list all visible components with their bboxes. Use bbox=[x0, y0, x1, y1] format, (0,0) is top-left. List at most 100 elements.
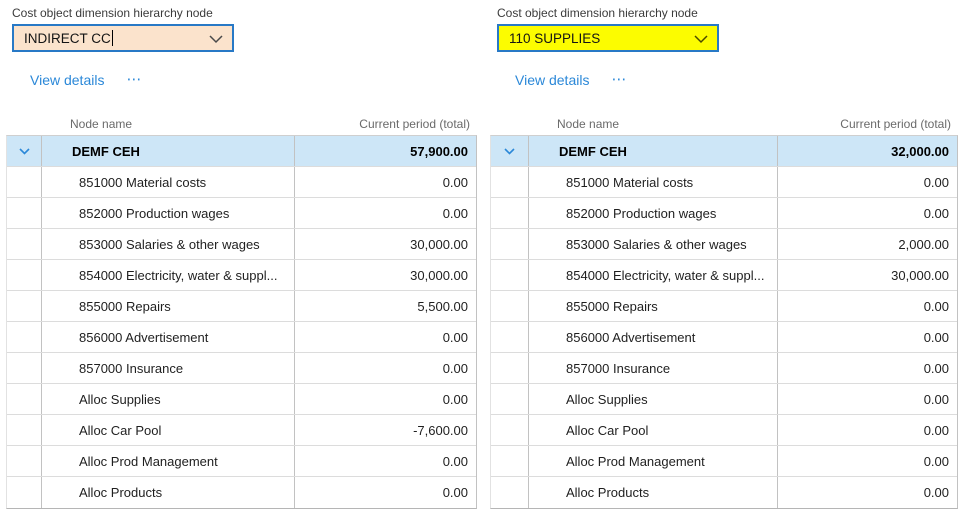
row-selector-cell[interactable] bbox=[7, 198, 41, 228]
row-selector-cell[interactable] bbox=[491, 198, 528, 228]
chevron-down-icon bbox=[694, 35, 708, 44]
row-selector-cell[interactable] bbox=[491, 446, 528, 476]
current-period-cell: 0.00 bbox=[295, 477, 476, 508]
current-period-cell: 0.00 bbox=[778, 198, 957, 228]
current-period-cell: 0.00 bbox=[295, 167, 476, 197]
node-name-cell: DEMF CEH bbox=[41, 136, 295, 166]
current-period-cell: 0.00 bbox=[778, 415, 957, 445]
node-name-cell: 851000 Material costs bbox=[41, 167, 295, 197]
row-selector-cell[interactable] bbox=[7, 260, 41, 290]
table-row[interactable]: 851000 Material costs0.00 bbox=[491, 167, 957, 198]
cost-analysis-page: Cost object dimension hierarchy node IND… bbox=[0, 0, 964, 519]
current-period-cell: 0.00 bbox=[295, 384, 476, 414]
row-selector-cell[interactable] bbox=[7, 229, 41, 259]
row-selector-cell[interactable] bbox=[7, 353, 41, 383]
table-row[interactable]: DEMF CEH57,900.00 bbox=[7, 136, 476, 167]
node-name-cell: Alloc Products bbox=[41, 477, 295, 508]
current-period-cell: 0.00 bbox=[778, 353, 957, 383]
row-selector-cell[interactable] bbox=[491, 229, 528, 259]
table-row[interactable]: 856000 Advertisement0.00 bbox=[7, 322, 476, 353]
table-row[interactable]: Alloc Car Pool0.00 bbox=[491, 415, 957, 446]
current-period-cell: 0.00 bbox=[295, 353, 476, 383]
current-period-cell: 5,500.00 bbox=[295, 291, 476, 321]
node-name-cell: 853000 Salaries & other wages bbox=[41, 229, 295, 259]
current-period-cell: 0.00 bbox=[295, 322, 476, 352]
row-selector-cell[interactable] bbox=[7, 167, 41, 197]
view-details-link[interactable]: View details bbox=[515, 72, 589, 88]
node-name-cell: 856000 Advertisement bbox=[528, 322, 778, 352]
combobox-value: INDIRECT CC bbox=[24, 31, 111, 46]
column-header-node-name[interactable]: Node name bbox=[40, 117, 294, 131]
table-row[interactable]: 852000 Production wages0.00 bbox=[491, 198, 957, 229]
row-selector-cell[interactable] bbox=[491, 353, 528, 383]
hierarchy-node-combobox-left[interactable]: INDIRECT CC bbox=[12, 24, 234, 52]
node-name-cell: 856000 Advertisement bbox=[41, 322, 295, 352]
current-period-cell: -7,600.00 bbox=[295, 415, 476, 445]
cost-hierarchy-grid-left: Node name Current period (total) DEMF CE… bbox=[6, 112, 477, 509]
row-selector-cell[interactable] bbox=[7, 384, 41, 414]
table-row[interactable]: 853000 Salaries & other wages30,000.00 bbox=[7, 229, 476, 260]
node-name-cell: 853000 Salaries & other wages bbox=[528, 229, 778, 259]
row-selector-cell[interactable] bbox=[7, 136, 41, 166]
current-period-cell: 0.00 bbox=[295, 198, 476, 228]
row-selector-cell[interactable] bbox=[491, 477, 528, 508]
row-selector-cell[interactable] bbox=[491, 384, 528, 414]
more-options-icon[interactable]: ⋯ bbox=[126, 73, 143, 87]
table-row[interactable]: 854000 Electricity, water & suppl...30,0… bbox=[491, 260, 957, 291]
current-period-cell: 0.00 bbox=[295, 446, 476, 476]
row-selector-cell[interactable] bbox=[7, 415, 41, 445]
hierarchy-node-label-left: Cost object dimension hierarchy node bbox=[12, 6, 213, 20]
table-row[interactable]: Alloc Prod Management0.00 bbox=[491, 446, 957, 477]
row-selector-cell[interactable] bbox=[491, 415, 528, 445]
current-period-cell: 0.00 bbox=[778, 477, 957, 508]
current-period-cell: 0.00 bbox=[778, 291, 957, 321]
column-header-current-period[interactable]: Current period (total) bbox=[777, 117, 958, 131]
row-selector-cell[interactable] bbox=[7, 477, 41, 508]
row-selector-cell[interactable] bbox=[491, 322, 528, 352]
hierarchy-node-label-right: Cost object dimension hierarchy node bbox=[497, 6, 698, 20]
row-selector-cell[interactable] bbox=[491, 167, 528, 197]
node-name-cell: 854000 Electricity, water & suppl... bbox=[528, 260, 778, 290]
row-selector-cell[interactable] bbox=[7, 291, 41, 321]
grid-header: Node name Current period (total) bbox=[6, 112, 477, 135]
chevron-down-icon bbox=[504, 148, 515, 155]
hierarchy-node-combobox-right[interactable]: 110 SUPPLIES bbox=[497, 24, 719, 52]
node-name-cell: Alloc Prod Management bbox=[41, 446, 295, 476]
node-name-cell: Alloc Car Pool bbox=[528, 415, 778, 445]
node-name-cell: 852000 Production wages bbox=[528, 198, 778, 228]
table-row[interactable]: 855000 Repairs0.00 bbox=[491, 291, 957, 322]
text-caret bbox=[112, 30, 113, 46]
table-row[interactable]: 855000 Repairs5,500.00 bbox=[7, 291, 476, 322]
table-row[interactable]: 857000 Insurance0.00 bbox=[491, 353, 957, 384]
table-row[interactable]: Alloc Prod Management0.00 bbox=[7, 446, 476, 477]
current-period-cell: 30,000.00 bbox=[295, 229, 476, 259]
more-options-icon[interactable]: ⋯ bbox=[611, 73, 628, 87]
row-selector-cell[interactable] bbox=[491, 136, 528, 166]
table-row[interactable]: 852000 Production wages0.00 bbox=[7, 198, 476, 229]
table-row[interactable]: Alloc Products0.00 bbox=[7, 477, 476, 508]
table-row[interactable]: 857000 Insurance0.00 bbox=[7, 353, 476, 384]
row-selector-cell[interactable] bbox=[7, 446, 41, 476]
node-name-cell: 857000 Insurance bbox=[41, 353, 295, 383]
node-name-cell: Alloc Prod Management bbox=[528, 446, 778, 476]
actions-right: View details ⋯ bbox=[515, 72, 628, 88]
table-row[interactable]: Alloc Supplies0.00 bbox=[7, 384, 476, 415]
row-selector-cell[interactable] bbox=[491, 291, 528, 321]
table-row[interactable]: 853000 Salaries & other wages2,000.00 bbox=[491, 229, 957, 260]
table-row[interactable]: 854000 Electricity, water & suppl...30,0… bbox=[7, 260, 476, 291]
column-header-node-name[interactable]: Node name bbox=[527, 117, 777, 131]
table-row[interactable]: 856000 Advertisement0.00 bbox=[491, 322, 957, 353]
grid-body: DEMF CEH57,900.00851000 Material costs0.… bbox=[6, 135, 477, 509]
table-row[interactable]: DEMF CEH32,000.00 bbox=[491, 136, 957, 167]
table-row[interactable]: Alloc Car Pool-7,600.00 bbox=[7, 415, 476, 446]
table-row[interactable]: Alloc Supplies0.00 bbox=[491, 384, 957, 415]
table-row[interactable]: Alloc Products0.00 bbox=[491, 477, 957, 508]
chevron-down-icon bbox=[209, 35, 223, 44]
node-name-cell: Alloc Car Pool bbox=[41, 415, 295, 445]
row-selector-cell[interactable] bbox=[7, 322, 41, 352]
column-header-current-period[interactable]: Current period (total) bbox=[294, 117, 477, 131]
view-details-link[interactable]: View details bbox=[30, 72, 104, 88]
table-row[interactable]: 851000 Material costs0.00 bbox=[7, 167, 476, 198]
row-selector-cell[interactable] bbox=[491, 260, 528, 290]
current-period-cell: 32,000.00 bbox=[778, 136, 957, 166]
